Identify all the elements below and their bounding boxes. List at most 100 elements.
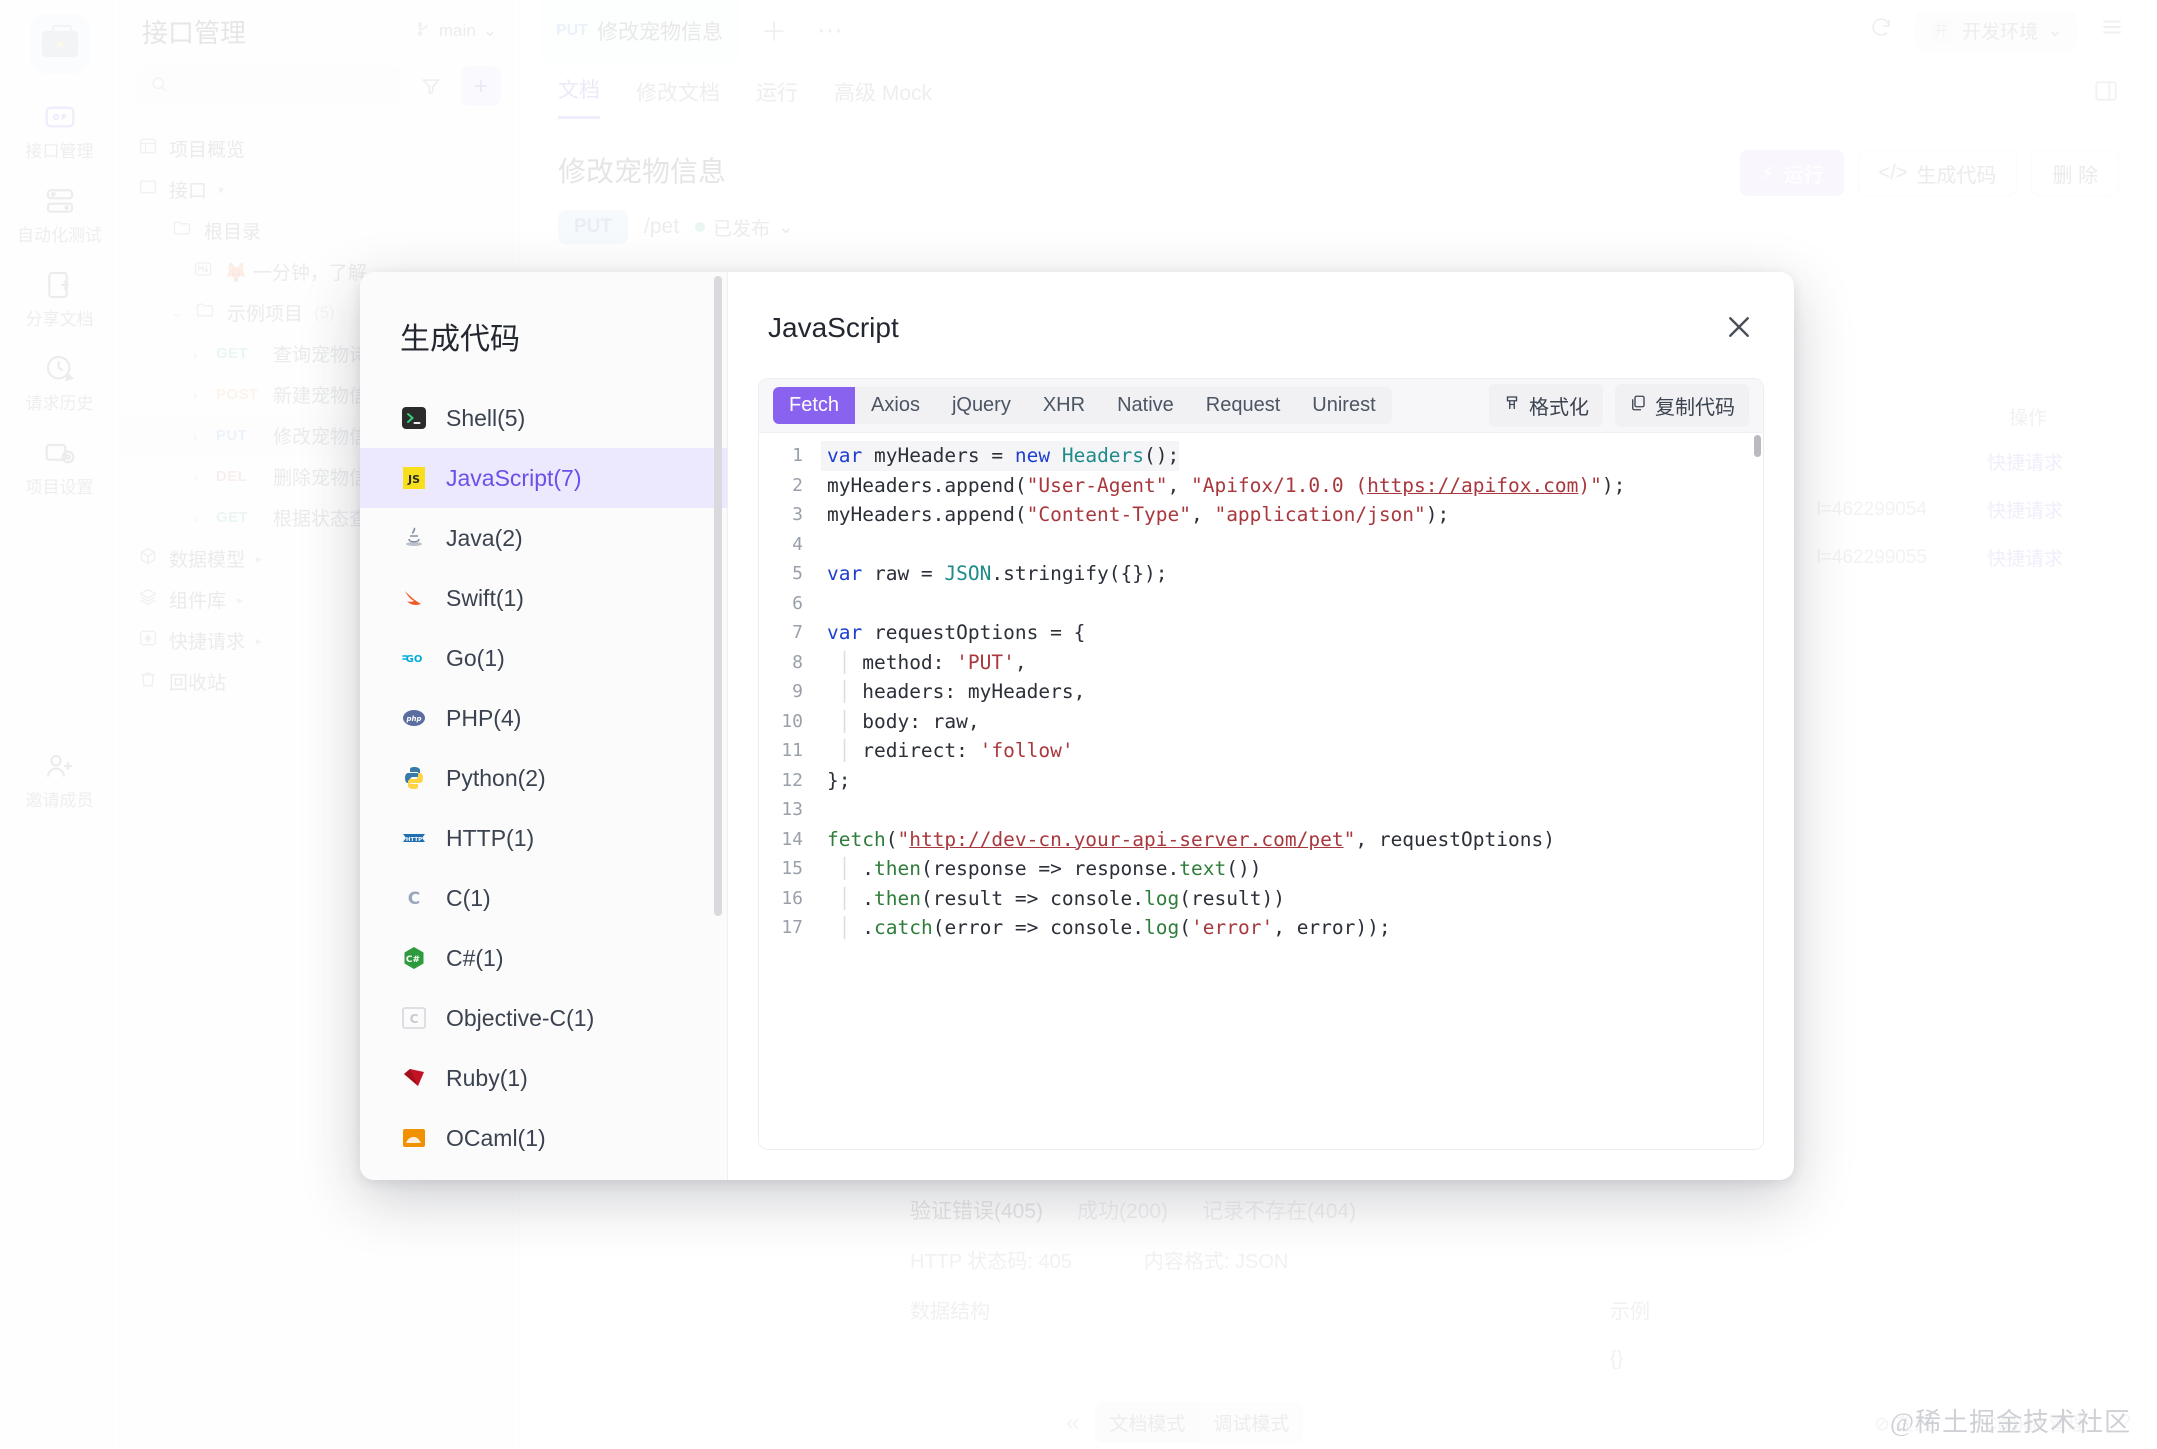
- php-icon: php: [400, 704, 428, 732]
- language-item-ruby[interactable]: Ruby(1): [360, 1048, 727, 1108]
- code-line: 17 │ .catch(error => console.log('error'…: [759, 913, 1763, 943]
- format-tab-xhr[interactable]: XHR: [1027, 387, 1101, 424]
- line-number: 15: [759, 854, 821, 884]
- line-text: [821, 589, 839, 619]
- line-number: 12: [759, 766, 821, 796]
- line-text: var requestOptions = {: [821, 618, 1085, 648]
- code-scrollbar[interactable]: [1754, 435, 1761, 457]
- format-tab-jquery[interactable]: jQuery: [936, 387, 1027, 424]
- copy-label: 复制代码: [1655, 391, 1735, 420]
- selected-language-title: JavaScript: [768, 312, 899, 344]
- close-icon[interactable]: [1724, 312, 1754, 348]
- line-number: 13: [759, 795, 821, 825]
- copy-code-button[interactable]: 复制代码: [1615, 384, 1749, 427]
- ruby-icon: [400, 1064, 428, 1092]
- code-line: 4: [759, 530, 1763, 560]
- line-text: │ .then(response => response.text()): [821, 854, 1261, 884]
- line-text: myHeaders.append("Content-Type", "applic…: [821, 500, 1449, 530]
- code-line: 13: [759, 795, 1763, 825]
- code-line: 6: [759, 589, 1763, 619]
- code-panel: JavaScript Fetch Axios jQuery XHR Native…: [728, 272, 1794, 1180]
- code-line: 16 │ .then(result => console.log(result)…: [759, 884, 1763, 914]
- language-panel: 生成代码 Shell(5) JS JavaScript(7): [360, 272, 728, 1180]
- code-line: 7var requestOptions = {: [759, 618, 1763, 648]
- language-item-http[interactable]: HTTP HTTP(1): [360, 808, 727, 868]
- format-tab-unirest[interactable]: Unirest: [1296, 387, 1391, 424]
- language-item-csharp[interactable]: C# C#(1): [360, 928, 727, 988]
- line-text: │ body: raw,: [821, 707, 980, 737]
- code-line: 5var raw = JSON.stringify({});: [759, 559, 1763, 589]
- ocaml-icon: [400, 1124, 428, 1152]
- line-text: │ headers: myHeaders,: [821, 677, 1085, 707]
- line-text: │ redirect: 'follow': [821, 736, 1074, 766]
- language-label: C#(1): [446, 945, 504, 972]
- language-label: Python(2): [446, 765, 546, 792]
- language-item-c[interactable]: C C(1): [360, 868, 727, 928]
- language-item-go[interactable]: GO Go(1): [360, 628, 727, 688]
- line-number: 9: [759, 677, 821, 707]
- line-text: fetch("http://dev-cn.your-api-server.com…: [821, 825, 1555, 855]
- language-list-scrollbar[interactable]: [714, 276, 722, 916]
- language-item-python[interactable]: Python(2): [360, 748, 727, 808]
- format-icon: [1503, 394, 1521, 418]
- svg-text:C#: C#: [406, 955, 420, 965]
- language-label: JavaScript(7): [446, 465, 581, 492]
- code-line: 9 │ headers: myHeaders,: [759, 677, 1763, 707]
- format-tabs: Fetch Axios jQuery XHR Native Request Un…: [773, 387, 1392, 424]
- line-number: 11: [759, 736, 821, 766]
- code-line: 14fetch("http://dev-cn.your-api-server.c…: [759, 825, 1763, 855]
- code-line: 12};: [759, 766, 1763, 796]
- svg-text:JS: JS: [407, 473, 420, 486]
- language-list: Shell(5) JS JavaScript(7) Java(2): [360, 388, 727, 1180]
- java-icon: [400, 524, 428, 552]
- line-number: 16: [759, 884, 821, 914]
- line-text: [821, 795, 839, 825]
- format-code-button[interactable]: 格式化: [1489, 384, 1603, 427]
- line-text: var myHeaders = new Headers();: [821, 441, 1179, 471]
- language-label: HTTP(1): [446, 825, 534, 852]
- svg-text:C: C: [410, 1012, 419, 1026]
- code-card: Fetch Axios jQuery XHR Native Request Un…: [758, 378, 1764, 1150]
- line-text: │ method: 'PUT',: [821, 648, 1027, 678]
- code-panel-header: JavaScript: [728, 272, 1794, 348]
- language-label: PHP(4): [446, 705, 521, 732]
- code-line: 3myHeaders.append("Content-Type", "appli…: [759, 500, 1763, 530]
- line-number: 8: [759, 648, 821, 678]
- modal-title: 生成代码: [360, 272, 727, 388]
- svg-text:php: php: [405, 715, 421, 723]
- language-label: C(1): [446, 885, 491, 912]
- language-item-objectivec[interactable]: C Objective-C(1): [360, 988, 727, 1048]
- code-line: 1var myHeaders = new Headers();: [759, 441, 1763, 471]
- language-label: OCaml(1): [446, 1125, 546, 1152]
- line-number: 10: [759, 707, 821, 737]
- language-item-ocaml[interactable]: OCaml(1): [360, 1108, 727, 1168]
- http-icon: HTTP: [400, 824, 428, 852]
- objectivec-icon: C: [400, 1004, 428, 1032]
- line-text: };: [821, 766, 850, 796]
- svg-text:C: C: [408, 889, 420, 909]
- language-label: Objective-C(1): [446, 1005, 594, 1032]
- shell-icon: [400, 404, 428, 432]
- code-tool-buttons: 格式化 复制代码: [1489, 384, 1749, 427]
- format-label: 格式化: [1529, 391, 1589, 420]
- format-tab-native[interactable]: Native: [1101, 387, 1190, 424]
- code-line: 2myHeaders.append("User-Agent", "Apifox/…: [759, 471, 1763, 501]
- line-text: │ .then(result => console.log(result)): [821, 884, 1285, 914]
- line-number: 14: [759, 825, 821, 855]
- language-item-javascript[interactable]: JS JavaScript(7): [360, 448, 727, 508]
- format-tab-fetch[interactable]: Fetch: [773, 387, 855, 424]
- csharp-icon: C#: [400, 944, 428, 972]
- python-icon: [400, 764, 428, 792]
- line-text: │ .catch(error => console.log('error', e…: [821, 913, 1391, 943]
- format-tab-axios[interactable]: Axios: [855, 387, 936, 424]
- language-item-swift[interactable]: Swift(1): [360, 568, 727, 628]
- code-editor[interactable]: 1var myHeaders = new Headers(); 2myHeade…: [759, 433, 1763, 1149]
- language-item-shell[interactable]: Shell(5): [360, 388, 727, 448]
- language-item-java[interactable]: Java(2): [360, 508, 727, 568]
- language-item-php[interactable]: php PHP(4): [360, 688, 727, 748]
- line-text: myHeaders.append("User-Agent", "Apifox/1…: [821, 471, 1625, 501]
- swift-icon: [400, 584, 428, 612]
- language-label: Go(1): [446, 645, 505, 672]
- format-tab-request[interactable]: Request: [1190, 387, 1297, 424]
- copy-icon: [1629, 394, 1647, 418]
